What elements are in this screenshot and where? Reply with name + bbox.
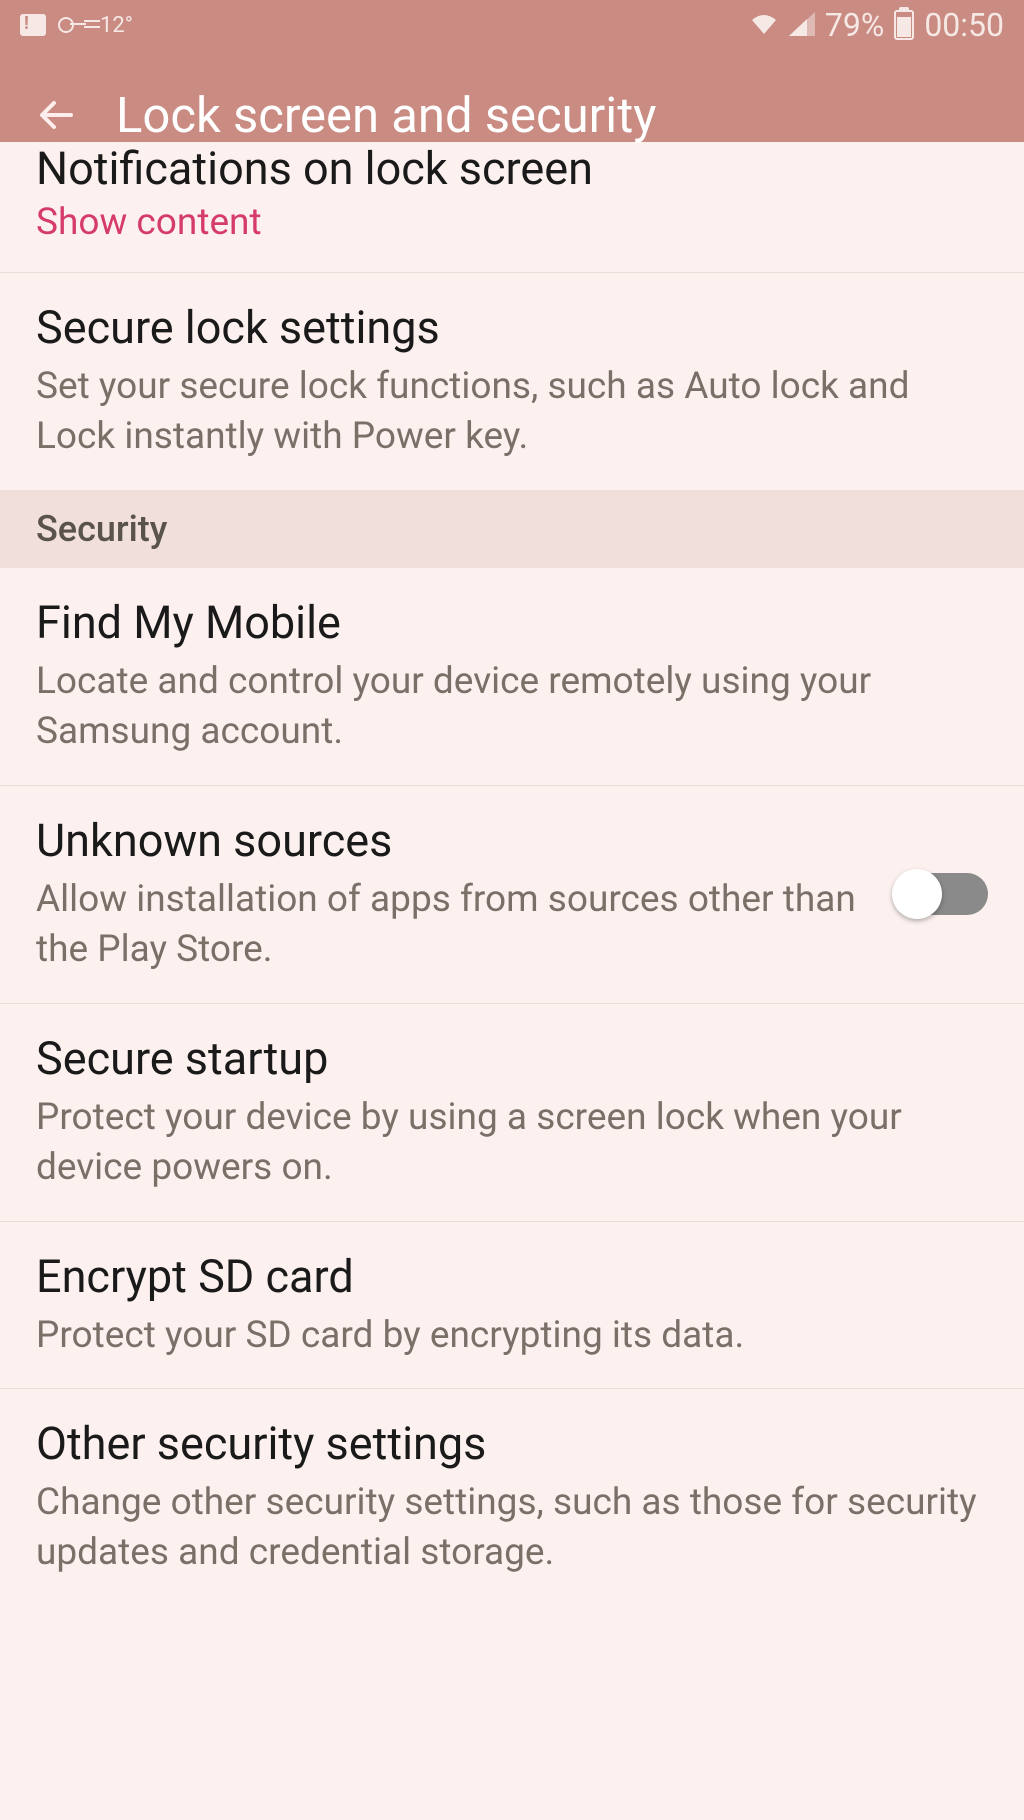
item-subtitle: Protect your SD card by encrypting its d… — [36, 1311, 988, 1361]
status-right: 79% 00:50 — [749, 6, 1004, 44]
battery-percent: 79% — [825, 6, 884, 44]
item-subtitle: Change other security settings, such as … — [36, 1478, 988, 1578]
item-subtitle: Protect your device by using a screen lo… — [36, 1093, 988, 1193]
back-arrow-icon[interactable] — [36, 95, 76, 135]
item-title: Unknown sources — [36, 814, 870, 867]
clock-time: 00:50 — [924, 6, 1004, 44]
secure-startup-item[interactable]: Secure startup Protect your device by us… — [0, 1004, 1024, 1222]
find-my-mobile-item[interactable]: Find My Mobile Locate and control your d… — [0, 568, 1024, 786]
other-security-settings-item[interactable]: Other security settings Change other sec… — [0, 1389, 1024, 1606]
item-title: Find My Mobile — [36, 596, 988, 649]
item-title: Other security settings — [36, 1417, 988, 1470]
notifications-lock-screen-item[interactable]: Notifications on lock screen Show conten… — [0, 142, 1024, 273]
item-title: Secure lock settings — [36, 301, 988, 354]
signal-icon — [789, 6, 815, 44]
page-title: Lock screen and security — [116, 87, 656, 144]
item-value: Show content — [36, 201, 988, 244]
unknown-sources-toggle[interactable] — [900, 873, 988, 915]
temperature-indicator: 12° — [100, 13, 133, 38]
sim-alert-icon — [20, 14, 46, 36]
vpn-key-icon — [58, 17, 88, 33]
unknown-sources-item[interactable]: Unknown sources Allow installation of ap… — [0, 786, 1024, 1004]
status-left: 12° — [20, 13, 133, 38]
settings-list: Notifications on lock screen Show conten… — [0, 142, 1024, 1606]
encrypt-sd-card-item[interactable]: Encrypt SD card Protect your SD card by … — [0, 1222, 1024, 1390]
wifi-icon — [749, 6, 779, 44]
secure-lock-settings-item[interactable]: Secure lock settings Set your secure loc… — [0, 273, 1024, 490]
battery-icon — [894, 10, 914, 40]
item-title: Secure startup — [36, 1032, 988, 1085]
status-bar: 12° 79% 00:50 — [0, 0, 1024, 50]
security-section-header: Security — [0, 490, 1024, 568]
item-subtitle: Allow installation of apps from sources … — [36, 875, 870, 975]
item-subtitle: Set your secure lock functions, such as … — [36, 362, 988, 462]
item-subtitle: Locate and control your device remotely … — [36, 657, 988, 757]
item-title: Encrypt SD card — [36, 1250, 988, 1303]
item-title: Notifications on lock screen — [36, 142, 988, 195]
